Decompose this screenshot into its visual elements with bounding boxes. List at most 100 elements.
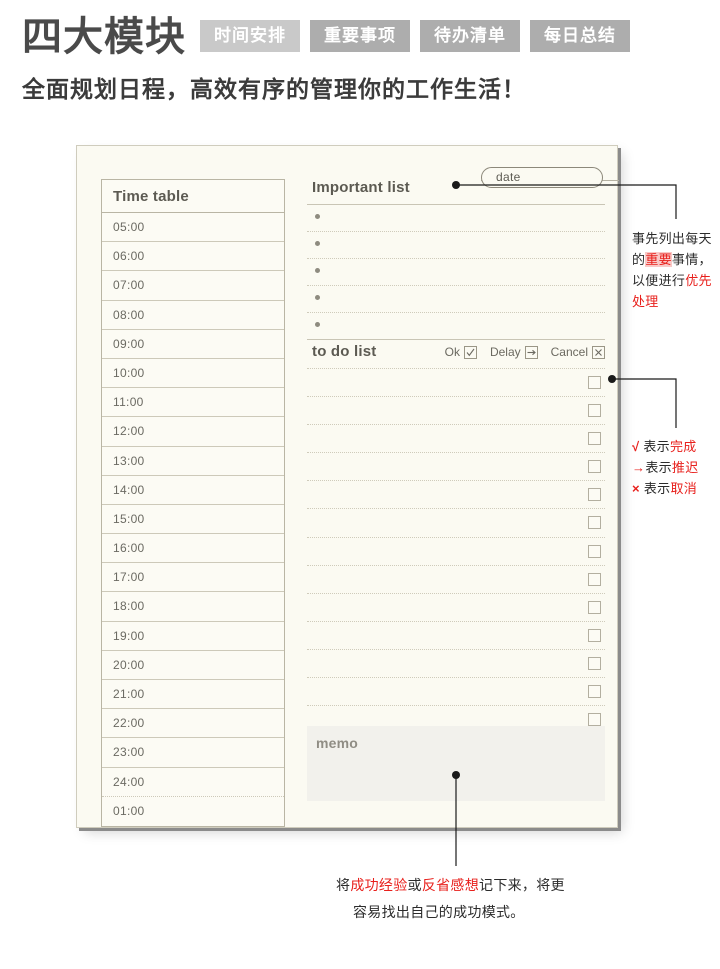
annotation-todo-line-1: √ 表示完成 (632, 436, 720, 457)
timetable-row[interactable]: 21:00 (102, 680, 284, 710)
todo-checkbox[interactable] (588, 488, 601, 502)
leader-line-todo (612, 378, 677, 428)
annotation-todo-symbol-3: × (632, 481, 640, 496)
todo-list-row[interactable] (307, 538, 605, 566)
timetable-row[interactable]: 17:00 (102, 563, 284, 593)
todo-list-row[interactable] (307, 509, 605, 538)
important-list-row[interactable] (307, 313, 605, 340)
timetable-row[interactable]: 09:00 (102, 330, 284, 359)
timetable-row[interactable]: 16:00 (102, 534, 284, 564)
annotation-memo-red1: 成功经验 (350, 877, 408, 893)
annotation-todo-line-2: →表示推迟 (632, 457, 720, 478)
annotation-todo: √ 表示完成 →表示推迟 × 表示取消 (632, 436, 720, 499)
module-tag-list: 时间安排 重要事项 待办清单 每日总结 (200, 20, 630, 54)
timetable-row[interactable]: 22:00 (102, 709, 284, 739)
timetable-row[interactable]: 08:00 (102, 301, 284, 330)
todo-checkbox[interactable] (588, 432, 601, 446)
annotation-todo-symbol-1: √ (632, 439, 640, 454)
todo-list-row[interactable] (307, 425, 605, 454)
important-list-title: Important list (312, 179, 410, 196)
annotation-todo-prefix-2: 表示 (645, 460, 672, 475)
header-title-row: 四大模块 时间安排 重要事项 待办清单 每日总结 (22, 14, 630, 60)
todo-list-row[interactable] (307, 622, 605, 650)
timetable-row[interactable]: 20:00 (102, 651, 284, 680)
annotation-todo-line-3: × 表示取消 (632, 478, 720, 499)
annotation-memo-seg3: 或 (407, 877, 422, 893)
page-title: 四大模块 (22, 15, 186, 59)
important-list-row[interactable] (307, 259, 605, 286)
todo-checkbox[interactable] (588, 685, 601, 699)
important-list-row[interactable] (307, 232, 605, 259)
timetable: Time table 05:00 06:00 07:00 08:00 09:00 10:0… (101, 179, 285, 827)
bullet-icon (315, 295, 320, 300)
timetable-row[interactable]: 11:00 (102, 388, 284, 418)
todo-checkbox[interactable] (588, 656, 601, 670)
timetable-rows: 05:00 06:00 07:00 08:00 09:00 10:00 11:00 12:00… (102, 213, 284, 826)
module-tag-important[interactable]: 重要事项 (310, 20, 410, 52)
timetable-row[interactable]: 15:00 (102, 505, 284, 535)
important-list-row[interactable] (307, 286, 605, 313)
todo-checkbox[interactable] (588, 376, 601, 389)
timetable-row[interactable]: 01:00 (102, 797, 284, 826)
timetable-row[interactable]: 07:00 (102, 271, 284, 301)
todo-checkbox[interactable] (588, 544, 601, 558)
timetable-row[interactable]: 24:00 (102, 768, 284, 797)
page-header: 四大模块 时间安排 重要事项 待办清单 每日总结 全面规划日程，高效有序的管理你… (0, 0, 720, 130)
timetable-row[interactable]: 23:00 (102, 738, 284, 768)
todo-checkbox[interactable] (588, 600, 601, 614)
todo-list-row[interactable] (307, 566, 605, 594)
bullet-icon (315, 268, 320, 273)
memo-box[interactable]: memo (307, 726, 605, 801)
annotation-important-highlight: 重要 (645, 252, 672, 267)
module-tag-schedule[interactable]: 时间安排 (200, 20, 300, 52)
checkbox-arrow-icon (524, 345, 538, 359)
todo-list-row[interactable] (307, 678, 605, 707)
legend-cancel-label: Cancel (550, 345, 588, 359)
todo-list-title: to do list (312, 343, 377, 360)
legend-delay: Delay (490, 345, 538, 359)
timetable-row[interactable]: 12:00 (102, 417, 284, 447)
timetable-row[interactable]: 19:00 (102, 622, 284, 651)
annotation-todo-prefix-3: 表示 (643, 481, 671, 496)
annotation-todo-keyword-2: 推迟 (671, 460, 699, 475)
annotation-todo-keyword-1: 完成 (669, 439, 697, 454)
bullet-icon (315, 214, 320, 219)
legend-delay-label: Delay (489, 345, 521, 359)
todo-list-row[interactable] (307, 650, 605, 679)
todo-checkbox[interactable] (588, 516, 601, 530)
timetable-title: Time table (102, 180, 284, 213)
annotation-todo-symbol-2: → (632, 460, 646, 475)
timetable-row[interactable]: 18:00 (102, 592, 284, 622)
todo-checkbox[interactable] (588, 460, 601, 474)
todo-list-row[interactable] (307, 369, 605, 398)
annotation-todo-keyword-3: 取消 (670, 481, 698, 496)
annotation-memo: 将成功经验或反省感想记下来，将更 容易找出自己的成功模式。 (336, 872, 626, 926)
timetable-row[interactable]: 06:00 (102, 242, 284, 272)
legend-ok: Ok (445, 345, 477, 359)
module-tag-summary[interactable]: 每日总结 (530, 20, 630, 52)
legend-cancel: Cancel (551, 345, 605, 359)
timetable-row[interactable]: 10:00 (102, 359, 284, 389)
module-tag-todo[interactable]: 待办清单 (420, 20, 520, 52)
important-list-row[interactable] (307, 205, 605, 232)
annotation-memo-seg1: 将 (336, 877, 351, 893)
todo-legend: Ok Delay Cancel (445, 343, 605, 359)
timetable-row[interactable]: 05:00 (102, 213, 284, 243)
todo-checkbox[interactable] (588, 713, 601, 727)
todo-list-row[interactable] (307, 594, 605, 622)
date-field-row: date (307, 159, 619, 188)
todo-list: to do list Ok Delay Cancel (307, 343, 605, 735)
todo-list-row[interactable] (307, 481, 605, 510)
todo-checkbox[interactable] (588, 404, 601, 418)
todo-checkbox[interactable] (588, 572, 601, 586)
timetable-row[interactable]: 13:00 (102, 447, 284, 476)
todo-checkbox[interactable] (588, 628, 601, 642)
important-list-header: Important list (307, 179, 605, 205)
bullet-icon (315, 322, 320, 327)
todo-list-row[interactable] (307, 453, 605, 482)
timetable-row[interactable]: 14:00 (102, 476, 284, 505)
important-list: Important list (307, 179, 605, 340)
annotation-todo-prefix-1: 表示 (643, 439, 670, 454)
planner-card: Time table 05:00 06:00 07:00 08:00 09:00 10:0… (76, 145, 619, 828)
todo-list-row[interactable] (307, 397, 605, 426)
